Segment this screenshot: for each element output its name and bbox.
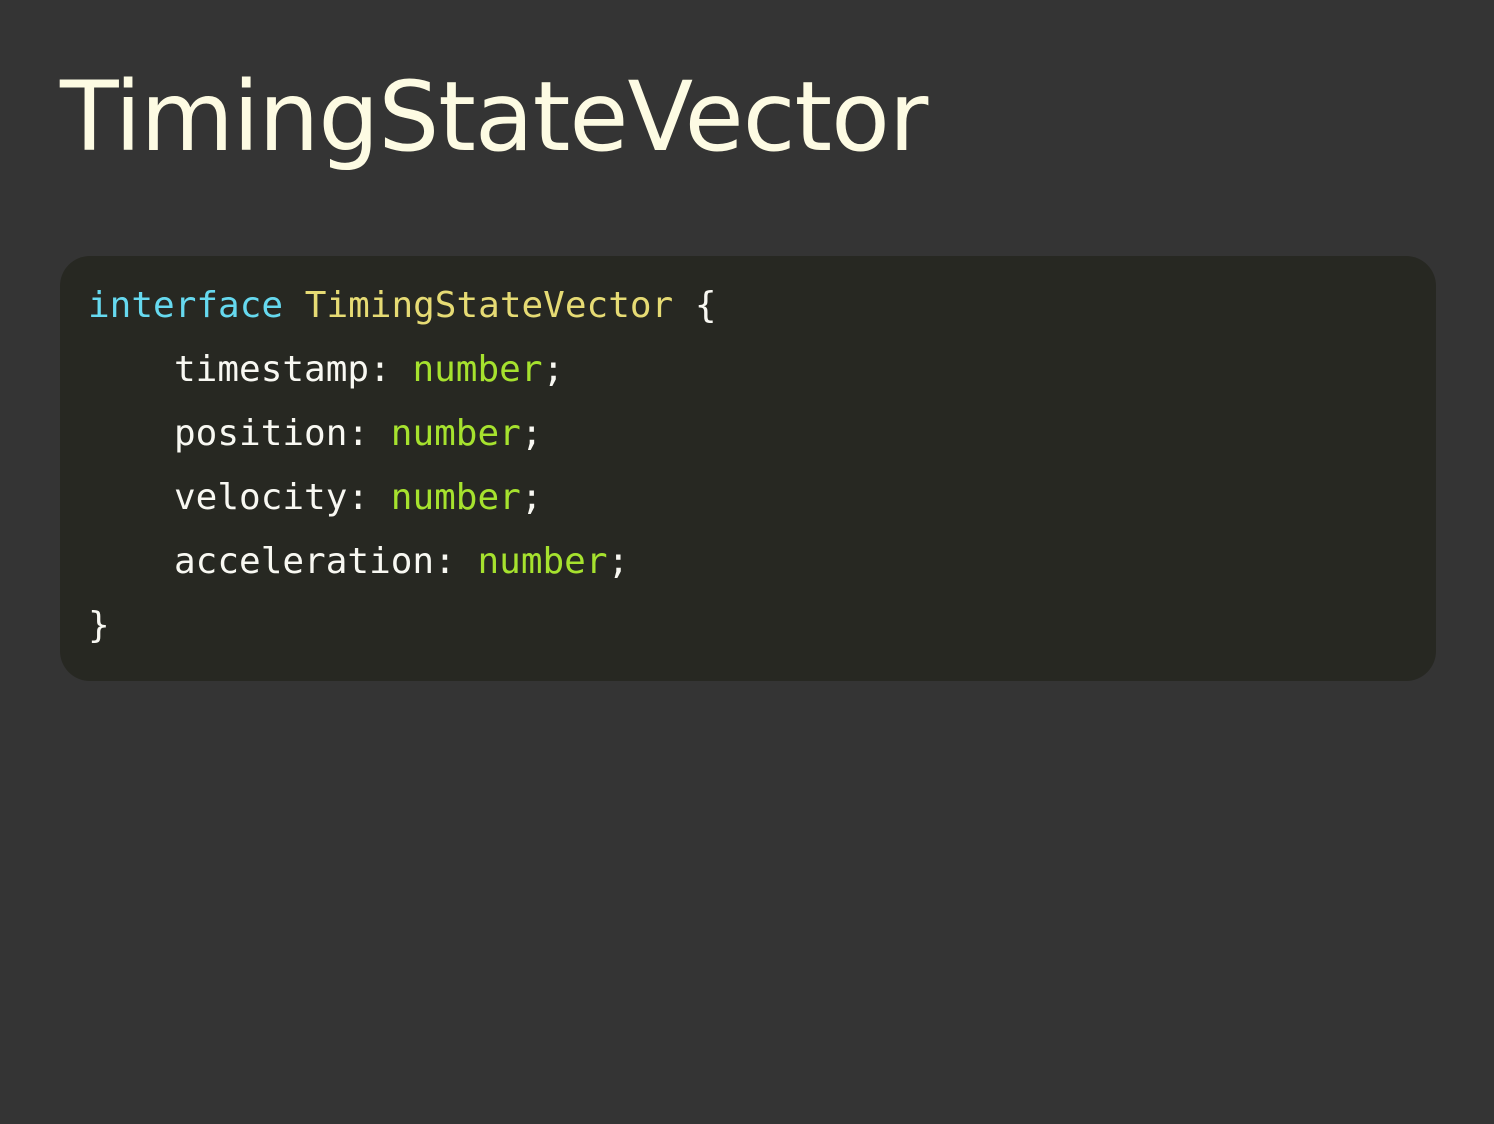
- code-field-type: number: [390, 413, 521, 454]
- code-line-field: position: number;: [88, 402, 1408, 466]
- code-semicolon: ;: [520, 413, 543, 454]
- code-colon: :: [347, 413, 370, 454]
- slide-title: TimingStateVector: [60, 61, 928, 173]
- code-line-closing: }: [88, 594, 1408, 658]
- code-line-field: acceleration: number;: [88, 530, 1408, 594]
- code-field-name: position: [174, 413, 348, 454]
- slide: TimingStateVector interface TimingStateV…: [0, 0, 1494, 1124]
- code-line-field: velocity: number;: [88, 466, 1408, 530]
- code-field-type: number: [477, 541, 608, 582]
- code-field-name: timestamp: [174, 349, 370, 390]
- code-block: interface TimingStateVector { timestamp:…: [60, 256, 1436, 681]
- code-colon: :: [347, 477, 370, 518]
- code-semicolon: ;: [520, 477, 543, 518]
- code-line-field: timestamp: number;: [88, 338, 1408, 402]
- code-keyword: interface: [88, 285, 284, 326]
- code-field-name: velocity: [174, 477, 348, 518]
- code-field-type: number: [412, 349, 543, 390]
- code-colon: :: [369, 349, 391, 390]
- code-colon: :: [434, 541, 456, 582]
- code-semicolon: ;: [542, 349, 565, 390]
- code-close-brace: }: [88, 605, 110, 646]
- code-line-declaration: interface TimingStateVector {: [88, 274, 1408, 338]
- code-semicolon: ;: [607, 541, 630, 582]
- code-open-brace: {: [694, 285, 717, 326]
- code-field-type: number: [390, 477, 521, 518]
- code-field-name: acceleration: [174, 541, 435, 582]
- code-interface-name: TimingStateVector: [304, 285, 674, 326]
